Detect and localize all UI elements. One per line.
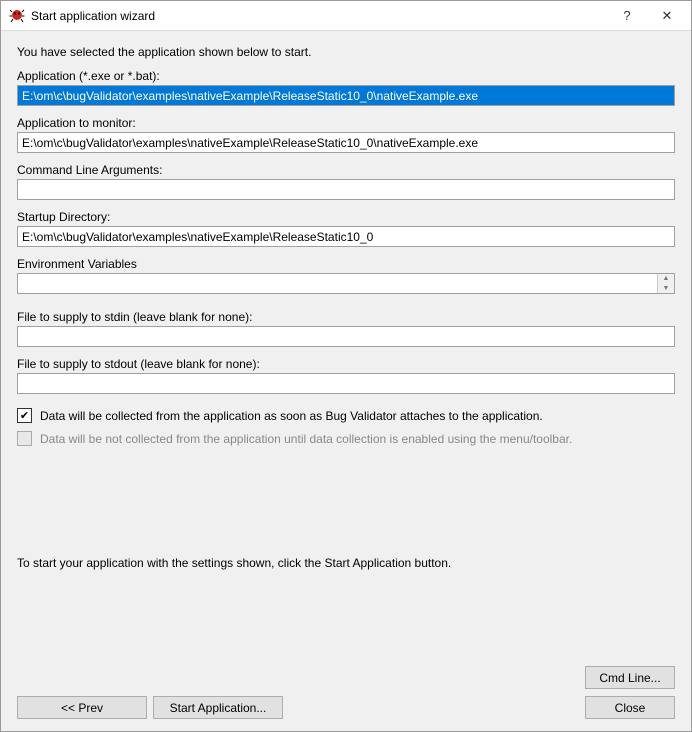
envvars-field-group: Environment Variables ▲ ▼ xyxy=(17,257,675,294)
titlebar: Start application wizard ? ✕ xyxy=(1,1,691,31)
application-field-group: Application (*.exe or *.bat): xyxy=(17,69,675,106)
window-title: Start application wizard xyxy=(31,9,607,23)
monitor-label: Application to monitor: xyxy=(17,116,675,130)
close-window-button[interactable]: ✕ xyxy=(647,2,687,30)
envvars-label: Environment Variables xyxy=(17,257,675,271)
collect-on-attach-checkbox[interactable]: ✔ xyxy=(17,408,32,423)
stdin-field-group: File to supply to stdin (leave blank for… xyxy=(17,310,675,347)
intro-text: You have selected the application shown … xyxy=(17,45,675,59)
instruction-text: To start your application with the setti… xyxy=(17,556,675,570)
dialog-content: You have selected the application shown … xyxy=(1,31,691,731)
prev-button[interactable]: << Prev xyxy=(17,696,147,719)
start-application-button[interactable]: Start Application... xyxy=(153,696,283,719)
application-input[interactable] xyxy=(17,85,675,106)
envvars-input[interactable] xyxy=(17,273,675,294)
chevron-down-icon: ▼ xyxy=(658,284,674,294)
application-label: Application (*.exe or *.bat): xyxy=(17,69,675,83)
close-button[interactable]: Close xyxy=(585,696,675,719)
stdout-input[interactable] xyxy=(17,373,675,394)
stdin-label: File to supply to stdin (leave blank for… xyxy=(17,310,675,324)
collect-on-attach-row: ✔ Data will be collected from the applic… xyxy=(17,408,675,423)
collect-on-attach-label: Data will be collected from the applicat… xyxy=(40,409,543,423)
monitor-field-group: Application to monitor: xyxy=(17,116,675,153)
cmdargs-field-group: Command Line Arguments: xyxy=(17,163,675,200)
collect-disabled-checkbox xyxy=(17,431,32,446)
startup-dir-label: Startup Directory: xyxy=(17,210,675,224)
collect-disabled-row: Data will be not collected from the appl… xyxy=(17,431,675,446)
collect-disabled-label: Data will be not collected from the appl… xyxy=(40,432,572,446)
help-button[interactable]: ? xyxy=(607,2,647,30)
stdin-input[interactable] xyxy=(17,326,675,347)
monitor-input[interactable] xyxy=(17,132,675,153)
envvars-spinner[interactable]: ▲ ▼ xyxy=(657,274,674,293)
stdout-label: File to supply to stdout (leave blank fo… xyxy=(17,357,675,371)
cmdargs-input[interactable] xyxy=(17,179,675,200)
startup-dir-input[interactable] xyxy=(17,226,675,247)
app-icon xyxy=(9,8,25,24)
startup-dir-field-group: Startup Directory: xyxy=(17,210,675,247)
chevron-up-icon: ▲ xyxy=(658,274,674,284)
cmdargs-label: Command Line Arguments: xyxy=(17,163,675,177)
cmdline-button[interactable]: Cmd Line... xyxy=(585,666,675,689)
stdout-field-group: File to supply to stdout (leave blank fo… xyxy=(17,357,675,394)
